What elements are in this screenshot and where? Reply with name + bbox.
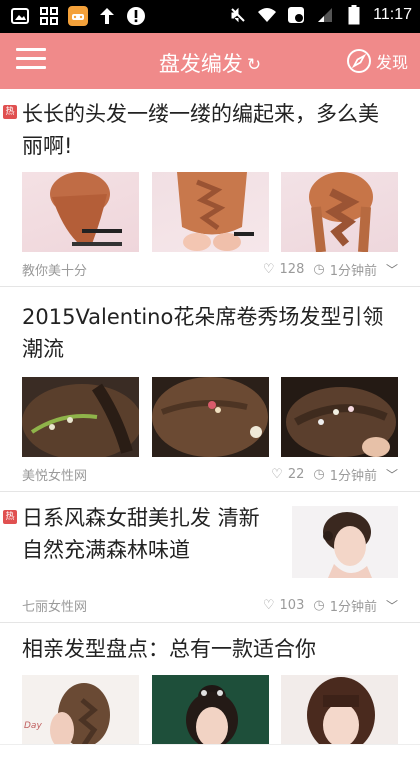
article-title[interactable]: 长长的头发一缕一缕的编起来，多么美丽啊! xyxy=(22,98,398,162)
article-meta: 教你美十分 ♡ 128 ◷ 1分钟前 ﹀ xyxy=(22,252,398,286)
clock-icon: ◷ xyxy=(313,597,325,613)
like-count: 128 xyxy=(279,261,305,277)
like-count: 103 xyxy=(279,597,305,613)
app-grid-icon xyxy=(39,6,59,26)
article-images xyxy=(22,172,398,252)
heart-icon[interactable]: ♡ xyxy=(263,262,275,277)
app-header: 盘发编发 ↻ 发现 xyxy=(0,33,420,89)
article-meta: 美悦女性网 ♡ 22 ◷ 1分钟前 ﹀ xyxy=(22,457,398,491)
status-left-icons xyxy=(10,6,146,26)
compass-icon xyxy=(346,49,371,73)
article-card[interactable]: 2015Valentino花朵席卷秀场发型引领潮流 美悦女性网 ♡ 22 ◷ 1分钟… xyxy=(0,287,420,492)
article-time: 1分钟前 xyxy=(329,599,377,615)
article-title[interactable]: 相亲发型盘点：总有一款适合你 xyxy=(22,633,398,665)
hot-badge: 热 xyxy=(3,510,17,524)
hairstyle-photo[interactable] xyxy=(281,675,398,744)
upload-arrow-icon xyxy=(97,6,117,26)
article-card[interactable]: 热 日系风森女甜美扎发 清新自然充满森林味道 七丽女性网 ♡ 103 ◷ 1分钟前 … xyxy=(0,492,420,623)
page-title-text: 盘发编发 xyxy=(158,52,243,76)
article-card[interactable]: 热 长长的头发一缕一缕的编起来，多么美丽啊! 教你美十分 ♡ 128 ◷ 1分钟前 … xyxy=(0,89,420,287)
chevron-down-icon[interactable]: ﹀ xyxy=(386,261,398,278)
article-images: Day xyxy=(22,675,398,744)
article-card[interactable]: 相亲发型盘点：总有一款适合你 Day xyxy=(0,623,420,744)
updo-photo[interactable] xyxy=(292,506,398,578)
article-time: 1分钟前 xyxy=(329,263,377,279)
flower-hair-photo[interactable] xyxy=(151,377,269,457)
mute-icon xyxy=(228,5,248,25)
braid-photo[interactable] xyxy=(22,172,139,252)
alert-icon xyxy=(126,6,146,26)
article-images xyxy=(22,377,398,457)
chevron-down-icon[interactable]: ﹀ xyxy=(386,597,398,614)
chevron-down-icon[interactable]: ﹀ xyxy=(386,466,398,483)
bottom-strip xyxy=(0,744,420,772)
signal-icon xyxy=(315,5,335,25)
article-title[interactable]: 日系风森女甜美扎发 清新自然充满森林味道 xyxy=(22,502,272,578)
heart-icon[interactable]: ♡ xyxy=(263,598,275,613)
braid-photo[interactable] xyxy=(281,172,398,252)
heart-icon[interactable]: ♡ xyxy=(271,467,283,482)
clock-icon: ◷ xyxy=(313,466,325,482)
battery-icon xyxy=(344,5,364,25)
flower-hair-photo[interactable] xyxy=(281,377,398,457)
flower-hair-photo[interactable] xyxy=(22,377,139,457)
article-time: 1分钟前 xyxy=(329,468,377,484)
data-saver-icon xyxy=(286,5,306,25)
article-meta: 七丽女性网 ♡ 103 ◷ 1分钟前 ﹀ xyxy=(22,588,398,622)
article-source: 七丽女性网 xyxy=(22,599,88,615)
braid-photo[interactable] xyxy=(151,172,269,252)
game-controller-icon xyxy=(68,6,88,26)
like-count: 22 xyxy=(287,466,305,482)
refresh-icon[interactable]: ↻ xyxy=(247,55,261,75)
hairstyle-photo[interactable]: Day xyxy=(22,675,139,744)
discover-button[interactable]: 发现 xyxy=(346,48,408,74)
article-feed[interactable]: 热 长长的头发一缕一缕的编起来，多么美丽啊! 教你美十分 ♡ 128 ◷ 1分钟前 … xyxy=(0,89,420,744)
photo-caption: Day xyxy=(24,721,42,731)
discover-label: 发现 xyxy=(375,53,408,72)
article-title[interactable]: 2015Valentino花朵席卷秀场发型引领潮流 xyxy=(22,301,398,365)
status-bar: 11:17 xyxy=(0,0,420,33)
status-time: 11:17 xyxy=(373,6,412,23)
wifi-icon xyxy=(257,5,277,25)
article-source: 美悦女性网 xyxy=(22,468,88,484)
clock-icon: ◷ xyxy=(313,261,325,277)
article-source: 教你美十分 xyxy=(22,263,88,279)
status-right-icons: 11:17 xyxy=(228,5,412,25)
image-icon xyxy=(10,6,30,26)
hot-badge: 热 xyxy=(3,105,17,119)
hairstyle-photo[interactable] xyxy=(151,675,269,744)
